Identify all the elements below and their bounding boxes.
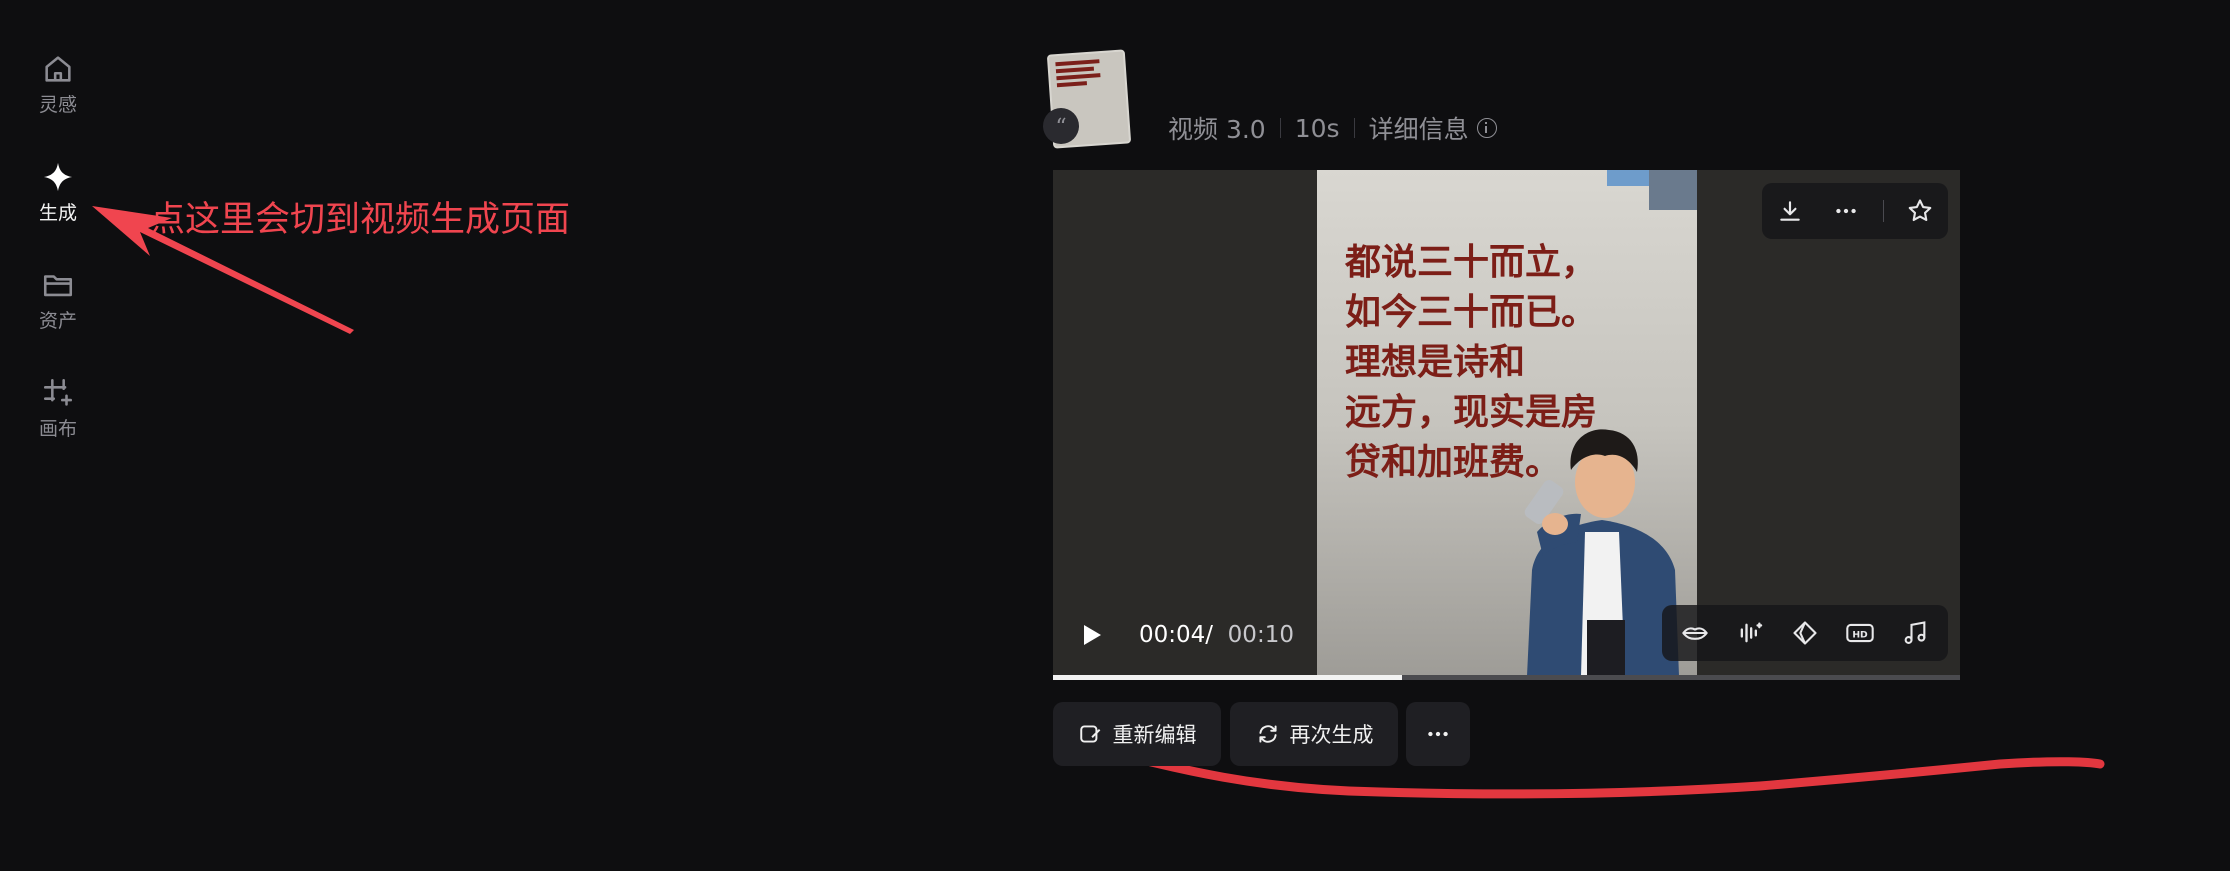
effects-button[interactable] [1785,613,1825,653]
refresh-icon [1258,725,1277,743]
video-frame: 都说三十而立， 如今三十而已。 理想是诗和 远方，现实是房 贷和加班费。 [1317,170,1697,676]
quote-icon[interactable]: “ [1043,108,1079,144]
model-label: 视频 3.0 [1168,115,1266,144]
regenerate-button[interactable]: 再次生成 [1230,702,1398,766]
sidebar-item-canvas[interactable]: 画布 [0,376,116,441]
divider [1882,200,1884,222]
play-button[interactable] [1081,623,1103,651]
sidebar-item-label: 灵感 [38,94,77,116]
reedit-label: 重新编辑 [1112,723,1197,747]
edit-icon [1079,725,1100,743]
more-icon [1428,731,1448,737]
video-player[interactable]: 都说三十而立， 如今三十而已。 理想是诗和 远方，现实是房 贷和加班费。 00:… [1053,170,1960,680]
lips-icon [1682,627,1709,640]
music-note-icon [1904,621,1925,644]
time-separator: / [1205,622,1214,648]
sparkle-icon [43,162,73,192]
time-display: 00:04/ 00:10 [1139,622,1294,648]
regenerate-label: 再次生成 [1289,723,1374,747]
total-time: 00:10 [1227,622,1294,648]
hd-icon: HD [1846,623,1874,643]
sidebar-item-inspiration[interactable]: 灵感 [0,52,116,117]
annotation-text: 点这里会切到视频生成页面 [150,200,571,240]
more-icon [1836,208,1857,214]
sidebar-item-label: 画布 [38,418,77,440]
sidebar-item-label: 资产 [38,310,77,332]
sound-wave-icon [1740,622,1763,643]
info-icon[interactable] [1476,118,1497,138]
folder-icon [43,275,73,297]
reedit-button[interactable]: 重新编辑 [1053,702,1221,766]
favorite-button[interactable] [1900,191,1940,231]
more-options-button[interactable] [1826,191,1866,231]
canvas-icon [43,378,73,406]
divider [1279,118,1281,138]
diamond-icon [1793,621,1817,645]
music-button[interactable] [1895,613,1935,653]
download-button[interactable] [1770,191,1810,231]
star-icon [1908,199,1932,222]
bottom-controls: HD [1662,605,1948,661]
divider [1353,118,1355,138]
more-actions-button[interactable] [1406,702,1470,766]
sidebar-item-assets[interactable]: 资产 [0,268,116,333]
audio-wave-button[interactable] [1730,613,1770,653]
download-icon [1780,201,1800,221]
hd-button[interactable]: HD [1840,613,1880,653]
duration-label: 10s [1294,113,1340,143]
sidebar-item-label: 生成 [38,202,77,224]
svg-text:HD: HD [1852,630,1868,641]
play-icon [1084,625,1101,645]
task-meta: 视频 3.0 10s 详细信息 [1168,110,1497,146]
details-link[interactable]: 详细信息 [1369,110,1469,146]
progress-bar[interactable] [1053,675,1960,680]
sidebar: 灵感 生成 资产 画布 [0,0,116,871]
progress-fill [1053,675,1403,680]
top-controls [1762,183,1948,239]
current-time: 00:04 [1139,622,1206,648]
lip-sync-button[interactable] [1675,613,1715,653]
sidebar-item-generate[interactable]: 生成 [0,160,116,225]
home-icon [45,56,71,82]
